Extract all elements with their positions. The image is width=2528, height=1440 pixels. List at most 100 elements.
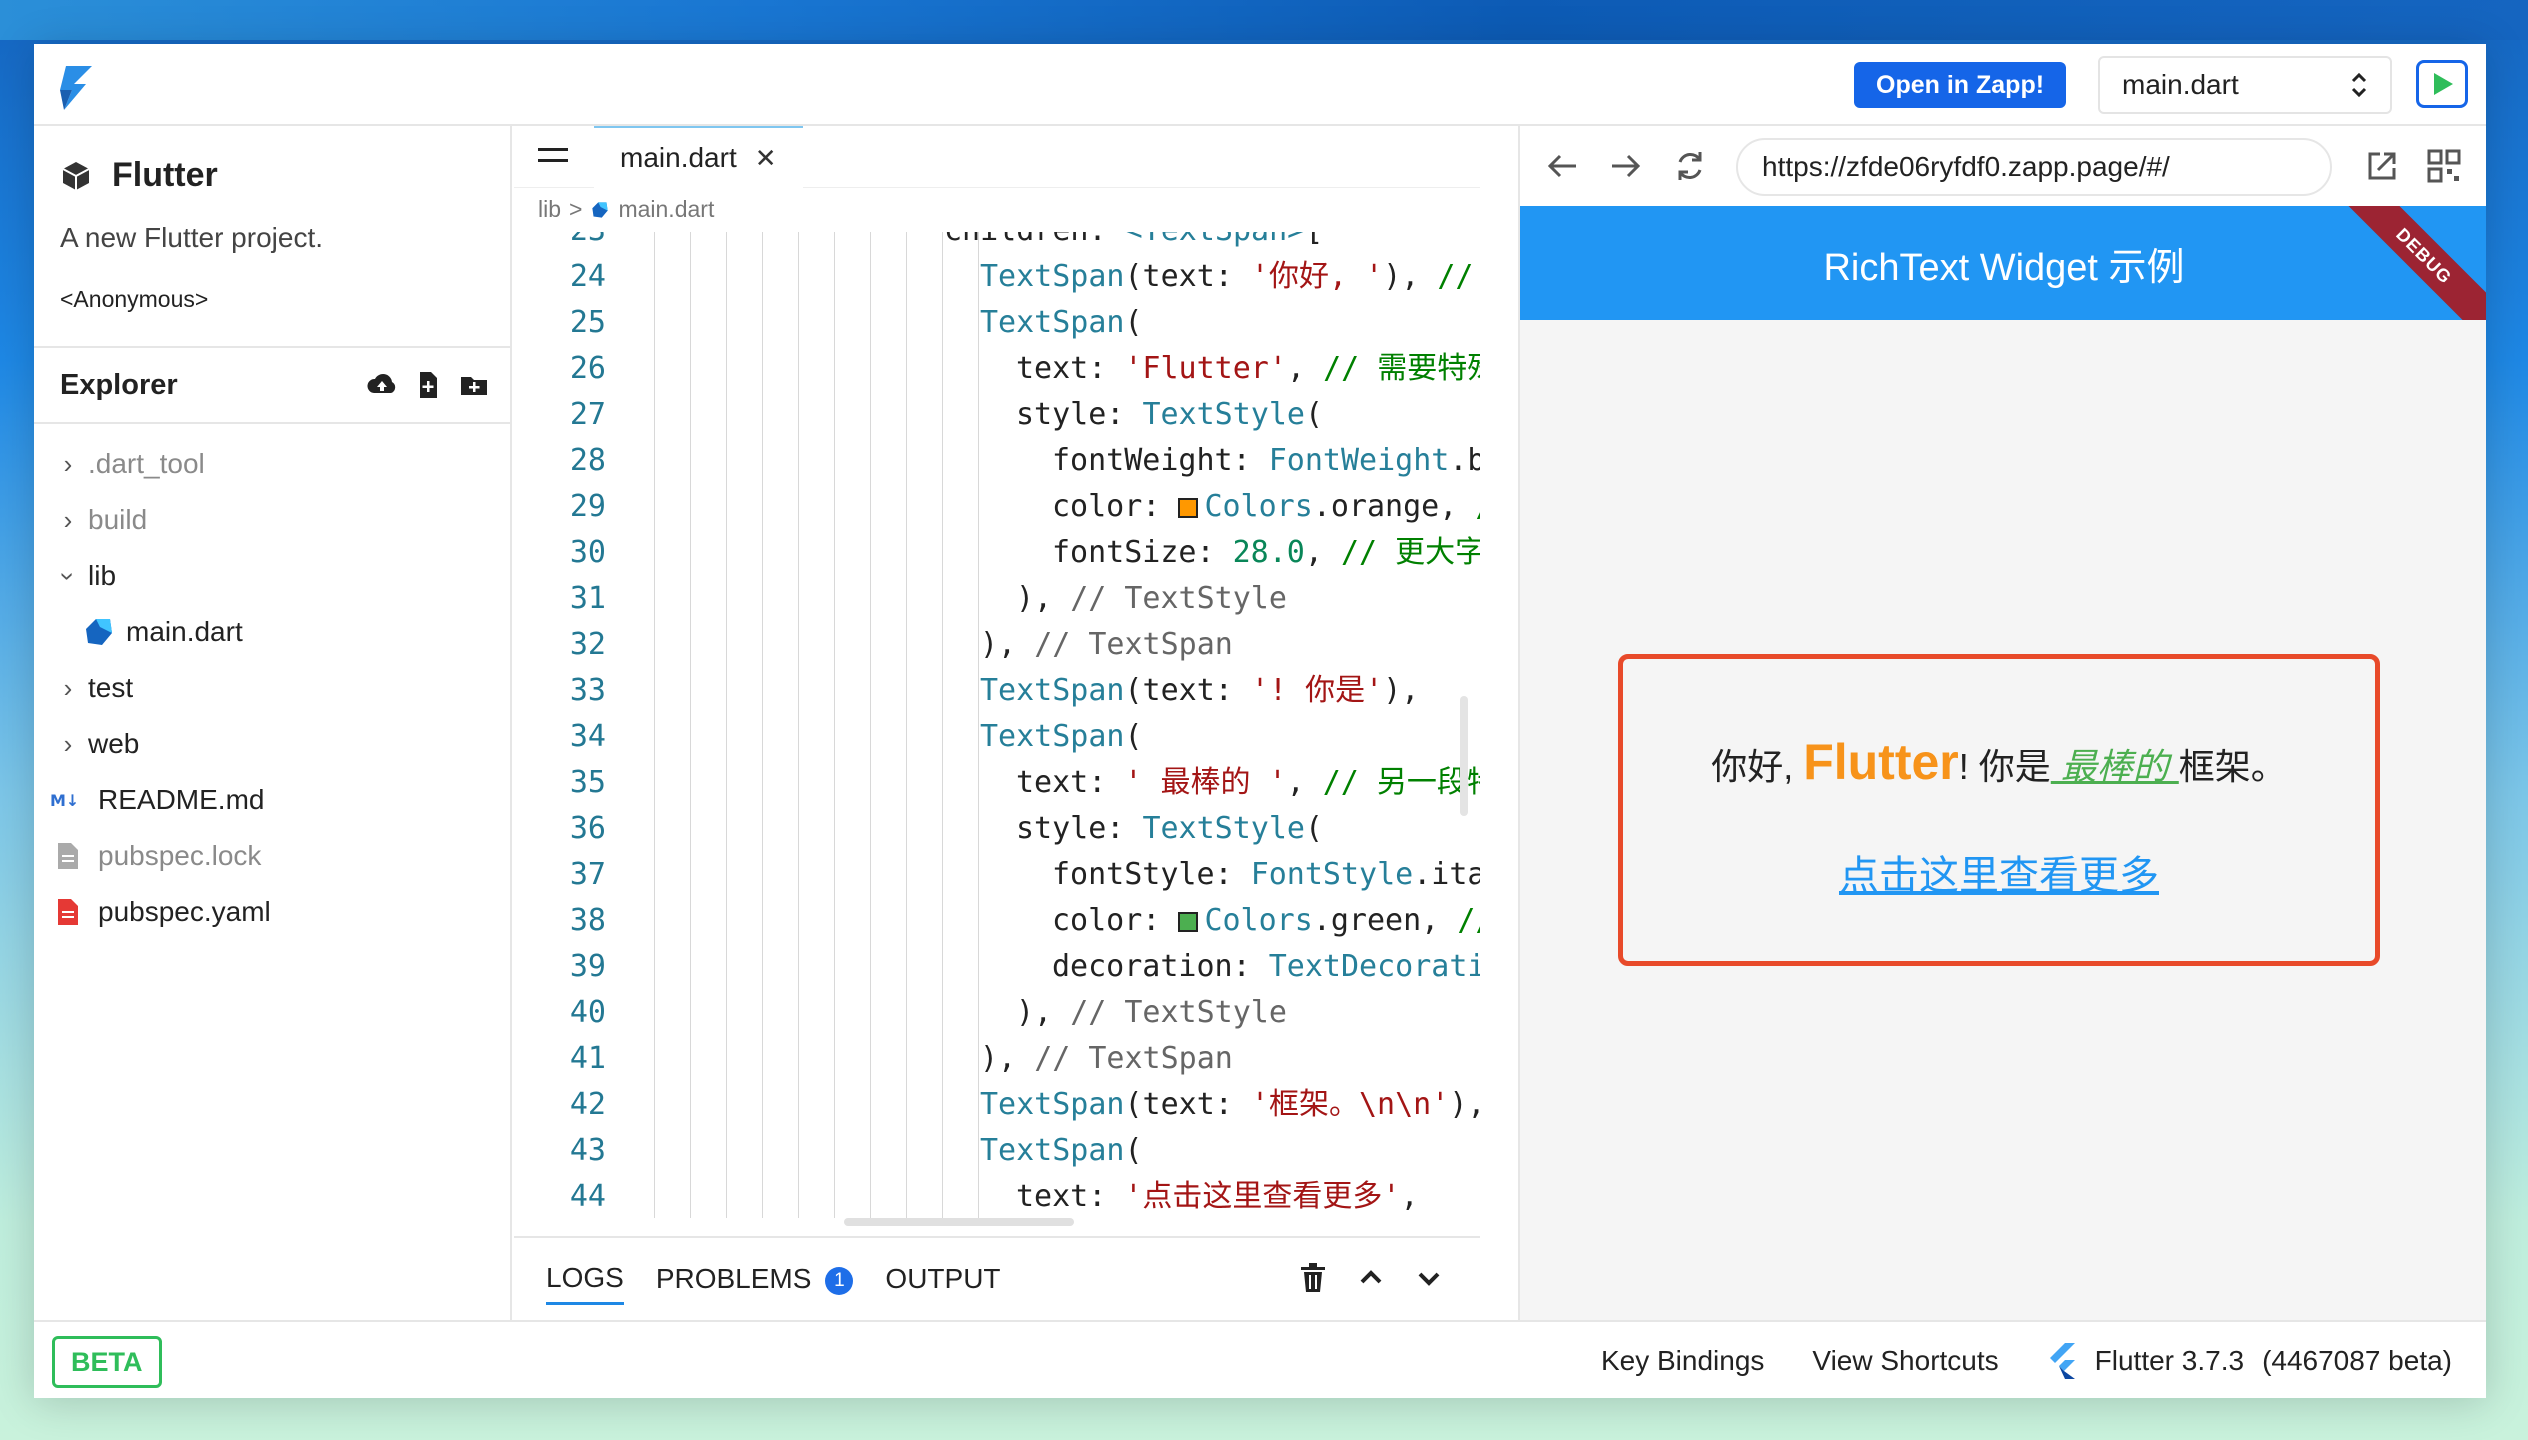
code-line: 29color: Colors.orange, // 橙色 [569, 489, 1480, 524]
richtext-content: 你好, Flutter! 你是 最棒的 框架。 [1623, 733, 2375, 791]
back-arrow-icon[interactable] [1544, 148, 1580, 184]
code-line: 24TextSpan(text: '你好, '), // 普通文本 [569, 259, 1474, 294]
svg-text:M↓: M↓ [50, 791, 79, 810]
flutter-build-text: (4467087 beta) [2262, 1345, 2452, 1376]
trash-icon[interactable] [1298, 1262, 1328, 1294]
zapp-logo-icon[interactable] [52, 62, 102, 112]
file-select-value: main.dart [2122, 69, 2239, 100]
tree-item-pubspec-yaml[interactable]: pubspec.yaml [34, 884, 510, 940]
problems-count-badge: 1 [825, 1267, 854, 1295]
view-shortcuts-link[interactable]: View Shortcuts [1812, 1345, 1998, 1377]
vertical-scrollbar[interactable] [1460, 696, 1468, 816]
code-area[interactable]: 23children: <TextSpan>[ 24TextSpan(text:… [514, 232, 1480, 1218]
code-line: 36 style: TextStyle( [569, 811, 1324, 846]
code-line: 40), // TextStyle [569, 995, 1287, 1030]
code-line: 35text: ' 最棒的 ', // 另一段特殊样式 [569, 765, 1480, 800]
color-swatch [1178, 912, 1199, 932]
key-bindings-link[interactable]: Key Bindings [1601, 1345, 1764, 1377]
zapp-window: Open in Zapp! main.dart Flutter A new Fl… [34, 44, 2486, 1398]
menu-icon[interactable] [538, 144, 570, 168]
tree-item-label: build [88, 504, 148, 535]
richtext-part2: ! 你是 [1958, 746, 2051, 787]
tree-item-lib[interactable]: › lib [34, 548, 510, 604]
tree-item-readme[interactable]: M↓ README.md [34, 772, 510, 828]
tree-item-dart-tool[interactable]: › .dart_tool [34, 436, 510, 492]
tree-item-label: pubspec.lock [98, 840, 262, 871]
app-preview: https://zfde06ryfdf0.zapp.page/#/ RichTe… [1518, 126, 2486, 1320]
refresh-icon[interactable] [1672, 148, 1708, 184]
dart-file-icon [82, 615, 116, 649]
tab-problems[interactable]: PROBLEMS 1 [656, 1255, 854, 1303]
project-title-text: Flutter [112, 156, 218, 194]
code-line: 43 TextSpan( [569, 1133, 1143, 1168]
tab-main-dart[interactable]: main.dart ✕ [594, 126, 803, 188]
top-header: Open in Zapp! main.dart [34, 44, 2486, 126]
tree-item-pubspec-lock[interactable]: pubspec.lock [34, 828, 510, 884]
breadcrumb-file[interactable]: main.dart [618, 196, 714, 223]
code-line: 34 TextSpan( [569, 719, 1143, 754]
tree-item-web[interactable]: › web [34, 716, 510, 772]
open-in-zapp-button[interactable]: Open in Zapp! [1854, 62, 2067, 108]
close-icon[interactable]: ✕ [755, 143, 777, 174]
new-folder-icon[interactable] [458, 369, 490, 401]
color-swatch [1178, 498, 1199, 518]
chevron-down-icon[interactable] [1414, 1262, 1444, 1294]
left-sidebar: Flutter A new Flutter project. <Anonymou… [34, 126, 512, 1320]
code-line: 37fontStyle: FontStyle.italic, [569, 857, 1480, 892]
project-owner: <Anonymous> [60, 286, 209, 312]
code-line: 44 text: '点击这里查看更多', [569, 1179, 1419, 1214]
tree-item-build[interactable]: › build [34, 492, 510, 548]
richtext-more-link[interactable]: 点击这里查看更多 [1623, 843, 2375, 901]
dart-file-icon [592, 201, 609, 218]
tab-label: main.dart [620, 142, 737, 173]
tree-item-label: pubspec.yaml [98, 896, 271, 927]
code-line: 23children: <TextSpan>[ [514, 232, 1480, 254]
code-line: 27 style: TextStyle( [569, 397, 1324, 432]
preview-url-bar: https://zfde06ryfdf0.zapp.page/#/ [1520, 126, 2486, 206]
code-editor: main.dart ✕ lib > main.dart 23childre [514, 126, 1480, 1320]
markdown-icon: M↓ [48, 783, 88, 817]
flutter-version-text: Flutter 3.7.3 [2094, 1345, 2245, 1376]
breadcrumb-separator: > [569, 196, 583, 222]
tab-output[interactable]: OUTPUT [885, 1255, 1000, 1303]
bottom-panel: LOGS PROBLEMS 1 OUTPUT [514, 1236, 1480, 1320]
chevron-right-icon: › [63, 728, 73, 759]
package-icon [62, 161, 90, 190]
richtext-part3: 框架。 [2178, 746, 2287, 787]
app-bar-title: RichText Widget 示例 [1823, 246, 2185, 289]
new-file-icon[interactable] [412, 369, 444, 401]
run-button[interactable] [2416, 60, 2468, 108]
chevron-up-down-icon [2351, 72, 2367, 98]
explorer-header: Explorer [34, 346, 510, 424]
code-line: 31), // TextStyle [569, 581, 1287, 616]
desktop-top-band [0, 0, 2528, 40]
chevron-right-icon: › [63, 504, 73, 535]
explorer-title: Explorer [60, 368, 178, 401]
code-line: 38color: Colors.green, // 绿色 [569, 903, 1480, 938]
qr-code-icon[interactable] [2426, 148, 2462, 184]
file-select-dropdown[interactable]: main.dart [2098, 56, 2392, 114]
richtext-best: 最棒的 [2050, 746, 2179, 787]
horizontal-scrollbar[interactable] [844, 1218, 1074, 1226]
tab-logs[interactable]: LOGS [546, 1254, 624, 1305]
yaml-file-icon [48, 895, 88, 929]
chevron-up-icon[interactable] [1356, 1262, 1386, 1294]
preview-url-field[interactable]: https://zfde06ryfdf0.zapp.page/#/ [1736, 138, 2332, 196]
tree-item-label: lib [88, 560, 117, 591]
footer: BETA Key Bindings View Shortcuts Flutter… [34, 1320, 2486, 1398]
forward-arrow-icon[interactable] [1608, 148, 1644, 184]
tree-item-label: main.dart [126, 616, 243, 647]
breadcrumb-lib[interactable]: lib [538, 196, 561, 223]
tree-item-main-dart[interactable]: main.dart [34, 604, 510, 660]
richtext-flutter: Flutter [1803, 734, 1959, 790]
project-description: A new Flutter project. [60, 222, 324, 253]
open-external-icon[interactable] [2364, 148, 2400, 184]
tree-item-test[interactable]: › test [34, 660, 510, 716]
flutter-version: Flutter 3.7.3 (4467087 beta) [2047, 1343, 2452, 1379]
code-line: 33 TextSpan(text: '! 你是'), [569, 673, 1420, 708]
app-bar: RichText Widget 示例 DEBUG [1520, 206, 2486, 320]
richtext-highlight-box: 你好, Flutter! 你是 最棒的 框架。 点击这里查看更多 [1618, 654, 2380, 966]
cloud-upload-icon[interactable] [366, 369, 398, 401]
code-line: 28fontWeight: FontWeight.bold, [569, 443, 1480, 478]
play-icon [2434, 73, 2453, 95]
